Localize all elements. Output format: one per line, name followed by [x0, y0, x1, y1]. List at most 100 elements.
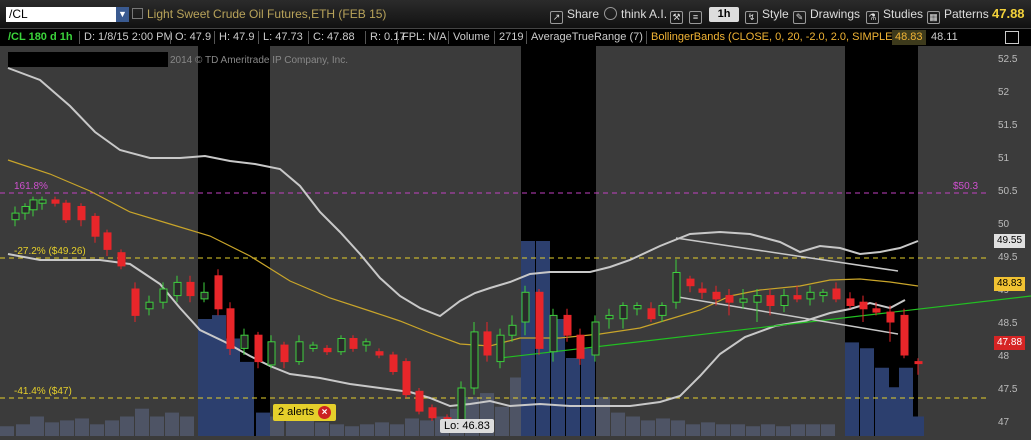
symbol-input[interactable]: /CL [6, 7, 116, 22]
tools-button[interactable]: ⚒ [670, 5, 687, 24]
candle-down [51, 199, 60, 204]
separator [308, 31, 309, 44]
candle-down [725, 295, 734, 303]
candle-down [226, 308, 235, 349]
separator [258, 31, 259, 44]
candle-down [900, 314, 909, 356]
candle-down [323, 347, 332, 353]
volume-bar [731, 424, 745, 436]
candle-up [508, 324, 517, 336]
candle-up [780, 295, 789, 307]
candle-up [29, 199, 38, 211]
volume-bar [611, 412, 625, 436]
candle-down [483, 331, 492, 356]
patterns-button[interactable]: ▦ Patterns [927, 5, 989, 24]
volume-bar [120, 416, 134, 436]
candle-down [859, 301, 868, 310]
tools-icon: ⚒ [670, 11, 683, 24]
candle-down [214, 275, 223, 310]
volume-bar [746, 426, 760, 436]
candle-up [200, 291, 209, 300]
volume-bar [150, 416, 164, 436]
volume-bar [330, 424, 344, 436]
atr-study[interactable]: AverageTrueRange (7) [531, 29, 643, 46]
bb-upper-value: 48.83 [892, 30, 926, 45]
candle-down [712, 291, 721, 300]
candle-down [563, 314, 572, 336]
alerts-badge[interactable]: 2 alerts × [273, 404, 337, 421]
volume-bar [390, 424, 404, 436]
volume-bar [791, 424, 805, 436]
candle-up [295, 341, 304, 363]
candle-down [186, 281, 195, 297]
candle-up [159, 288, 168, 303]
separator [526, 31, 527, 44]
candle-up [267, 341, 276, 366]
symbol-dropdown-icon[interactable]: ▼ [116, 7, 129, 22]
ma-tag: 48.83 [994, 277, 1026, 291]
candle-down [647, 308, 656, 320]
close-icon[interactable]: × [318, 406, 332, 419]
axis-tick-label: 52 [998, 87, 1010, 98]
volume-bar [105, 420, 119, 436]
fib-neg27-label: -27.2% ($49.26) [14, 246, 86, 257]
share-button[interactable]: ↗ Share [550, 5, 599, 24]
bollinger-study[interactable]: BollingerBands (CLOSE, 0, 20, -2.0, 2.0,… [651, 29, 896, 46]
studies-button[interactable]: ⚗ Studies [866, 5, 923, 24]
volume-bar [626, 416, 640, 436]
fib-161-label: 161.8% [14, 181, 48, 192]
volume-bar [885, 387, 899, 436]
volume-bar [60, 420, 74, 436]
expand-icon[interactable] [1005, 31, 1019, 44]
think-ai-button[interactable]: think A.I. [604, 5, 667, 23]
volume-bar [90, 424, 104, 436]
volume-bar [405, 418, 419, 436]
axis-tick-label: 50 [998, 219, 1010, 230]
candle-up [819, 291, 828, 297]
axis-tick-label: 48 [998, 351, 1010, 362]
candle-down [91, 215, 100, 237]
symbol-info-icon[interactable] [132, 8, 143, 19]
candle-down [389, 354, 398, 372]
candle-down [131, 288, 140, 316]
volume-bar [581, 348, 595, 436]
candle-down [832, 288, 841, 300]
volume-bar [641, 420, 655, 436]
separator [494, 31, 495, 44]
chart-toolbar: /CL ▼ Light Sweet Crude Oil Futures,ETH … [0, 0, 1031, 29]
volume-bar [910, 416, 924, 436]
style-button[interactable]: ↯ Style [745, 5, 789, 24]
candle-down [886, 311, 895, 323]
volume-bar [75, 418, 89, 436]
price-chart[interactable]: 2014 © TD Ameritrade IP Company, Inc. 16… [0, 46, 1031, 440]
copyright-bg [8, 52, 168, 67]
separator [397, 31, 398, 44]
bar-close: C: 47.88 [313, 31, 355, 43]
candle-down [846, 298, 855, 306]
timeframe-button[interactable]: 1h [709, 7, 739, 22]
candle-up [362, 341, 371, 346]
settings-button[interactable]: ≡ [689, 5, 706, 24]
candle-up [240, 334, 249, 349]
volume-bar [0, 426, 14, 436]
share-icon: ↗ [550, 11, 563, 24]
bar-open: O: 47.9 [175, 31, 212, 43]
candle-up [753, 295, 762, 303]
candle-up [145, 301, 154, 310]
separator [170, 31, 171, 44]
candle-down [117, 252, 126, 267]
candle-down [914, 361, 923, 365]
volume-bar [16, 424, 30, 436]
volume-bar [256, 412, 270, 436]
volume-bar [420, 420, 434, 436]
copyright-text: 2014 © TD Ameritrade IP Company, Inc. [170, 55, 348, 66]
instrument-description: Light Sweet Crude Oil Futures,ETH (FEB 1… [147, 7, 387, 21]
volume-bar [315, 422, 329, 436]
volume-bar [566, 358, 580, 436]
drawings-button[interactable]: ✎ Drawings [793, 5, 860, 24]
style-label: Style [762, 7, 789, 21]
fib-161-price: $50.3 [953, 181, 978, 192]
think-ai-icon [604, 7, 617, 20]
volume-bar [165, 412, 179, 436]
volume-bar [198, 319, 212, 436]
